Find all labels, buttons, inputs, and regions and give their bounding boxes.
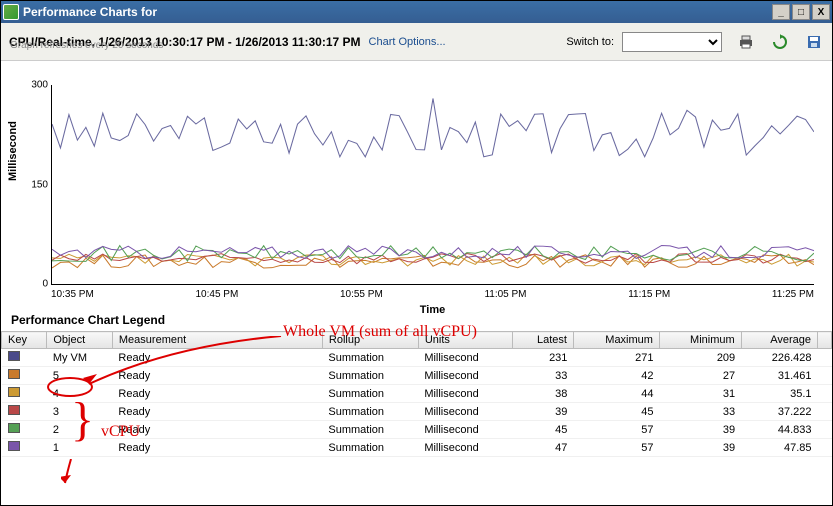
switch-to-label: Switch to:: [566, 36, 614, 48]
cell-average: 31.461: [741, 367, 817, 385]
col-units[interactable]: Units: [418, 332, 512, 349]
cell-latest: 38: [513, 385, 574, 403]
cell-maximum: 57: [573, 421, 659, 439]
close-button[interactable]: X: [812, 4, 830, 20]
cell-units: Millisecond: [418, 421, 512, 439]
cell-rollup: Summation: [322, 403, 418, 421]
cell-rollup: Summation: [322, 385, 418, 403]
chart-options-link[interactable]: Chart Options...: [369, 36, 446, 48]
annotation-brace: }: [71, 401, 94, 439]
refresh-note: Graph refreshes every 20 seconds: [10, 40, 163, 51]
col-measurement[interactable]: Measurement: [112, 332, 322, 349]
col-average[interactable]: Average: [741, 332, 817, 349]
cell-units: Millisecond: [418, 385, 512, 403]
cell-minimum: 209: [659, 349, 741, 367]
y-tick: 150: [20, 179, 48, 190]
y-axis-label: Millisecond: [7, 121, 19, 181]
cell-average: 37.222: [741, 403, 817, 421]
cell-maximum: 271: [573, 349, 659, 367]
table-row[interactable]: 2ReadySummationMillisecond45573944.833: [2, 421, 832, 439]
save-icon[interactable]: [804, 32, 824, 52]
col-maximum[interactable]: Maximum: [573, 332, 659, 349]
switch-to-select[interactable]: [622, 32, 722, 52]
cell-measurement: Ready: [112, 349, 322, 367]
table-row[interactable]: 5ReadySummationMillisecond33422731.461: [2, 367, 832, 385]
x-ticks: 10:35 PM 10:45 PM 10:55 PM 11:05 PM 11:15 PM…: [51, 285, 814, 300]
cell-average: 35.1: [741, 385, 817, 403]
cell-units: Millisecond: [418, 349, 512, 367]
cell-average: 44.833: [741, 421, 817, 439]
cell-minimum: 31: [659, 385, 741, 403]
cell-rollup: Summation: [322, 367, 418, 385]
cell-units: Millisecond: [418, 367, 512, 385]
y-tick: 0: [20, 279, 48, 290]
y-tick: 300: [20, 80, 48, 91]
x-tick: 11:25 PM: [772, 289, 814, 300]
table-row[interactable]: My VMReadySummationMillisecond2312712092…: [2, 349, 832, 367]
cell-measurement: Ready: [112, 385, 322, 403]
chart-lines: [52, 85, 814, 284]
cell-maximum: 45: [573, 403, 659, 421]
key-swatch: [8, 387, 20, 397]
app-icon: [3, 4, 19, 20]
key-swatch: [8, 423, 20, 433]
table-row[interactable]: 3ReadySummationMillisecond39453337.222: [2, 403, 832, 421]
table-row[interactable]: 1ReadySummationMillisecond47573947.85: [2, 439, 832, 457]
maximize-button[interactable]: □: [792, 4, 810, 20]
col-minimum[interactable]: Minimum: [659, 332, 741, 349]
cell-latest: 231: [513, 349, 574, 367]
cell-rollup: Summation: [322, 421, 418, 439]
cell-maximum: 42: [573, 367, 659, 385]
x-tick: 11:15 PM: [628, 289, 670, 300]
titlebar: Performance Charts for _ □ X: [1, 1, 832, 23]
cell-minimum: 39: [659, 421, 741, 439]
col-rollup[interactable]: Rollup: [322, 332, 418, 349]
cell-maximum: 44: [573, 385, 659, 403]
legend-header-row[interactable]: Key Object Measurement Rollup Units Late…: [2, 332, 832, 349]
cell-units: Millisecond: [418, 403, 512, 421]
cell-rollup: Summation: [322, 439, 418, 457]
key-swatch: [8, 369, 20, 379]
cell-average: 226.428: [741, 349, 817, 367]
cell-latest: 47: [513, 439, 574, 457]
cell-measurement: Ready: [112, 367, 322, 385]
cell-measurement: Ready: [112, 403, 322, 421]
col-scroll: [818, 332, 832, 349]
x-tick: 10:45 PM: [195, 289, 238, 300]
cell-maximum: 57: [573, 439, 659, 457]
window-title: Performance Charts for: [23, 5, 772, 19]
annotation-arrow-down: [61, 459, 81, 489]
cell-latest: 39: [513, 403, 574, 421]
chart-plot[interactable]: 300 150 0: [51, 85, 814, 285]
window-buttons: _ □ X: [772, 4, 830, 20]
cell-minimum: 39: [659, 439, 741, 457]
legend-table: Key Object Measurement Rollup Units Late…: [1, 331, 832, 457]
col-latest[interactable]: Latest: [513, 332, 574, 349]
key-swatch: [8, 351, 20, 361]
cell-object: My VM: [47, 349, 113, 367]
col-object[interactable]: Object: [47, 332, 113, 349]
key-swatch: [8, 405, 20, 415]
table-row[interactable]: 4ReadySummationMillisecond38443135.1: [2, 385, 832, 403]
x-tick: 11:05 PM: [484, 289, 526, 300]
cell-measurement: Ready: [112, 421, 322, 439]
cell-units: Millisecond: [418, 439, 512, 457]
cell-average: 47.85: [741, 439, 817, 457]
cell-latest: 33: [513, 367, 574, 385]
x-tick: 10:35 PM: [51, 289, 94, 300]
cell-latest: 45: [513, 421, 574, 439]
x-tick: 10:55 PM: [340, 289, 383, 300]
x-axis-label: Time: [51, 304, 814, 316]
cell-measurement: Ready: [112, 439, 322, 457]
key-swatch: [8, 441, 20, 451]
chart-area: Millisecond 300 150 0 10:35 PM10:45 PM10…: [1, 61, 832, 307]
col-key[interactable]: Key: [2, 332, 47, 349]
minimize-button[interactable]: _: [772, 4, 790, 20]
refresh-icon[interactable]: [770, 32, 790, 52]
cell-minimum: 33: [659, 403, 741, 421]
cell-minimum: 27: [659, 367, 741, 385]
cell-rollup: Summation: [322, 349, 418, 367]
print-icon[interactable]: [736, 32, 756, 52]
